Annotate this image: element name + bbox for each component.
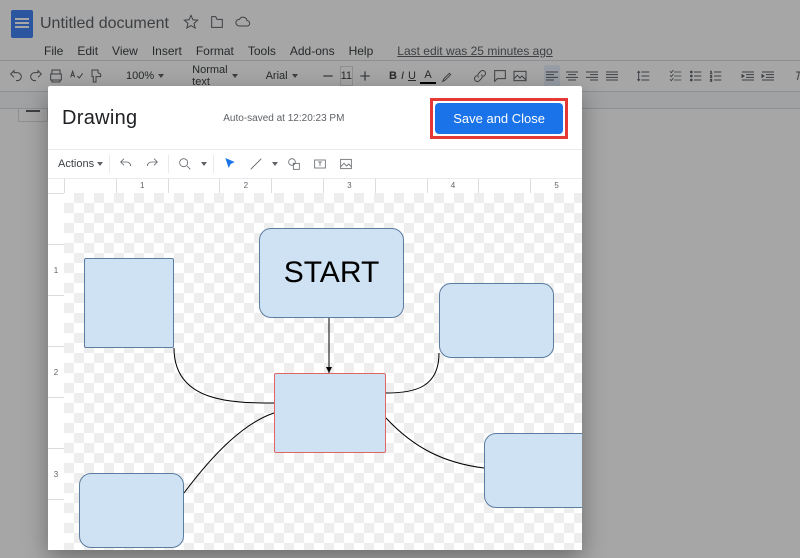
align-left-icon[interactable] — [544, 65, 560, 87]
shape-left-bottom[interactable] — [79, 473, 184, 548]
menu-addons[interactable]: Add-ons — [290, 44, 335, 58]
menu-file[interactable]: File — [44, 44, 63, 58]
drawing-dialog: Drawing Auto-saved at 12:20:23 PM Save a… — [48, 86, 582, 550]
font-select[interactable]: Arial — [260, 65, 304, 87]
insert-comment-icon[interactable] — [492, 65, 508, 87]
textbox-tool-icon[interactable] — [310, 154, 330, 174]
drawing-horizontal-ruler[interactable]: 12345 — [64, 179, 582, 194]
save-close-highlight: Save and Close — [430, 98, 568, 139]
line-spacing-icon[interactable] — [636, 65, 652, 87]
shape-right-bottom[interactable] — [484, 433, 582, 508]
highlight-color-icon[interactable] — [440, 65, 456, 87]
drawing-toolbar: Actions — [48, 149, 582, 179]
underline-icon[interactable]: U — [408, 65, 416, 87]
menu-view[interactable]: View — [112, 44, 138, 58]
drawing-vertical-ruler[interactable]: 123 — [48, 193, 65, 550]
star-icon[interactable] — [183, 14, 199, 35]
svg-text:3: 3 — [710, 77, 713, 82]
autosave-status: Auto-saved at 12:20:23 PM — [223, 113, 344, 124]
docs-logo[interactable] — [8, 6, 36, 42]
drawing-canvas[interactable]: START — [64, 193, 582, 550]
shape-start-label: START — [284, 256, 380, 290]
font-size-input[interactable]: 11 — [340, 66, 353, 86]
drawing-title: Drawing — [62, 107, 137, 130]
zoom-select[interactable]: 100% — [120, 65, 170, 87]
italic-icon[interactable]: I — [401, 65, 404, 87]
shape-tool-icon[interactable] — [284, 154, 304, 174]
checklist-icon[interactable] — [668, 65, 684, 87]
last-edit-link[interactable]: Last edit was 25 minutes ago — [397, 44, 552, 58]
menu-insert[interactable]: Insert — [152, 44, 182, 58]
numbered-list-icon[interactable]: 123 — [708, 65, 724, 87]
insert-link-icon[interactable] — [472, 65, 488, 87]
align-center-icon[interactable] — [564, 65, 580, 87]
menu-edit[interactable]: Edit — [77, 44, 98, 58]
zoom-icon[interactable] — [175, 154, 195, 174]
bold-icon[interactable]: B — [389, 65, 397, 87]
redo-icon[interactable] — [142, 154, 162, 174]
spellcheck-icon[interactable] — [68, 65, 84, 87]
actions-menu[interactable]: Actions — [58, 158, 103, 170]
line-tool-icon[interactable] — [246, 154, 266, 174]
shape-start[interactable]: START — [259, 228, 404, 318]
shape-left-top[interactable] — [84, 258, 174, 348]
undo-icon[interactable] — [8, 65, 24, 87]
bullet-list-icon[interactable] — [688, 65, 704, 87]
align-right-icon[interactable] — [584, 65, 600, 87]
cloud-status-icon[interactable] — [235, 14, 251, 35]
undo-icon[interactable] — [116, 154, 136, 174]
redo-icon[interactable] — [28, 65, 44, 87]
select-tool-icon[interactable] — [220, 154, 240, 174]
paragraph-style-select[interactable]: Normal text — [186, 65, 243, 87]
menu-tools[interactable]: Tools — [248, 44, 276, 58]
shape-center-selected[interactable] — [274, 373, 386, 453]
align-justify-icon[interactable] — [604, 65, 620, 87]
indent-increase-icon[interactable] — [760, 65, 776, 87]
image-tool-icon[interactable] — [336, 154, 356, 174]
menu-help[interactable]: Help — [349, 44, 374, 58]
text-color-icon[interactable]: A — [420, 65, 436, 87]
menu-format[interactable]: Format — [196, 44, 234, 58]
clear-formatting-icon[interactable] — [792, 65, 800, 87]
shape-right-top[interactable] — [439, 283, 554, 358]
indent-decrease-icon[interactable] — [740, 65, 756, 87]
move-icon[interactable] — [209, 14, 225, 35]
font-size-decrease[interactable] — [320, 65, 336, 87]
paint-format-icon[interactable] — [88, 65, 104, 87]
print-icon[interactable] — [48, 65, 64, 87]
document-title[interactable]: Untitled document — [40, 15, 169, 33]
insert-image-icon[interactable] — [512, 65, 528, 87]
font-size-increase[interactable] — [357, 65, 373, 87]
save-and-close-button[interactable]: Save and Close — [435, 103, 563, 134]
menu-bar: File Edit View Insert Format Tools Add-o… — [0, 42, 800, 60]
